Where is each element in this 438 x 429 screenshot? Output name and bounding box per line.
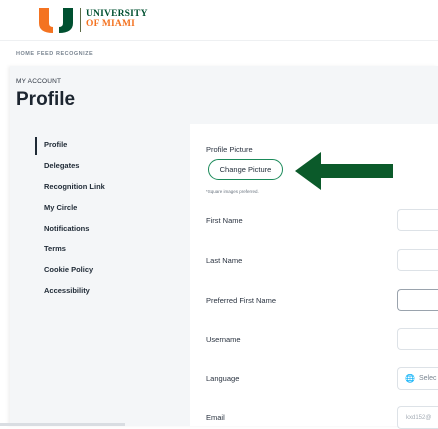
nav-home[interactable]: HOME — [16, 51, 35, 57]
sidebar-item-delegates[interactable]: Delegates — [44, 161, 79, 170]
profile-picture-label: Profile Picture — [206, 145, 253, 154]
u-logo-icon[interactable] — [38, 7, 74, 33]
language-label: Language — [206, 374, 240, 383]
sidebar-item-my-circle[interactable]: My Circle — [44, 203, 77, 212]
sidebar-item-cookie-policy[interactable]: Cookie Policy — [44, 265, 93, 274]
page-title: Profile — [16, 89, 76, 110]
logo-divider — [80, 8, 81, 32]
sidebar-item-notifications[interactable]: Notifications — [44, 224, 89, 233]
username-label: Username — [206, 335, 241, 344]
logo-line-1: UNIVERSITY — [86, 9, 148, 19]
last-name-input[interactable] — [397, 249, 438, 271]
preferred-first-name-input[interactable] — [397, 289, 438, 311]
preferred-first-name-label: Preferred First Name — [206, 296, 277, 305]
first-name-input[interactable] — [397, 209, 438, 231]
email-label: Email — [206, 413, 225, 422]
email-value: kxd152@ — [406, 414, 432, 421]
nav-recognize[interactable]: RECOGNIZE — [56, 51, 93, 57]
sidebar-item-recognition-link[interactable]: Recognition Link — [44, 182, 105, 191]
logo-line-2: OF MIAMI — [86, 19, 136, 29]
globe-icon: 🌐 — [405, 374, 415, 383]
last-name-label: Last Name — [206, 256, 243, 265]
logo-wordmark[interactable]: UNIVERSITY OF MIAMI — [86, 9, 148, 29]
first-name-label: First Name — [206, 216, 243, 225]
nav-feed[interactable]: FEED — [37, 51, 54, 57]
language-select-text: Selec — [418, 375, 437, 382]
change-picture-button[interactable]: Change Picture — [208, 159, 283, 180]
left-arrow-icon — [295, 152, 393, 190]
sidebar-item-profile[interactable]: Profile — [44, 140, 67, 149]
top-nav: HOME FEED RECOGNIZE — [0, 40, 438, 67]
username-input[interactable] — [397, 328, 438, 350]
site-header: UNIVERSITY OF MIAMI — [0, 0, 438, 40]
language-select[interactable]: 🌐 Selec — [397, 367, 438, 390]
breadcrumb: MY ACCOUNT — [16, 78, 62, 85]
sidebar-item-accessibility[interactable]: Accessibility — [44, 286, 90, 295]
picture-hint: *Square images preferred. — [206, 189, 259, 194]
sidebar-active-indicator — [35, 137, 37, 155]
sidebar-item-terms[interactable]: Terms — [44, 244, 66, 253]
